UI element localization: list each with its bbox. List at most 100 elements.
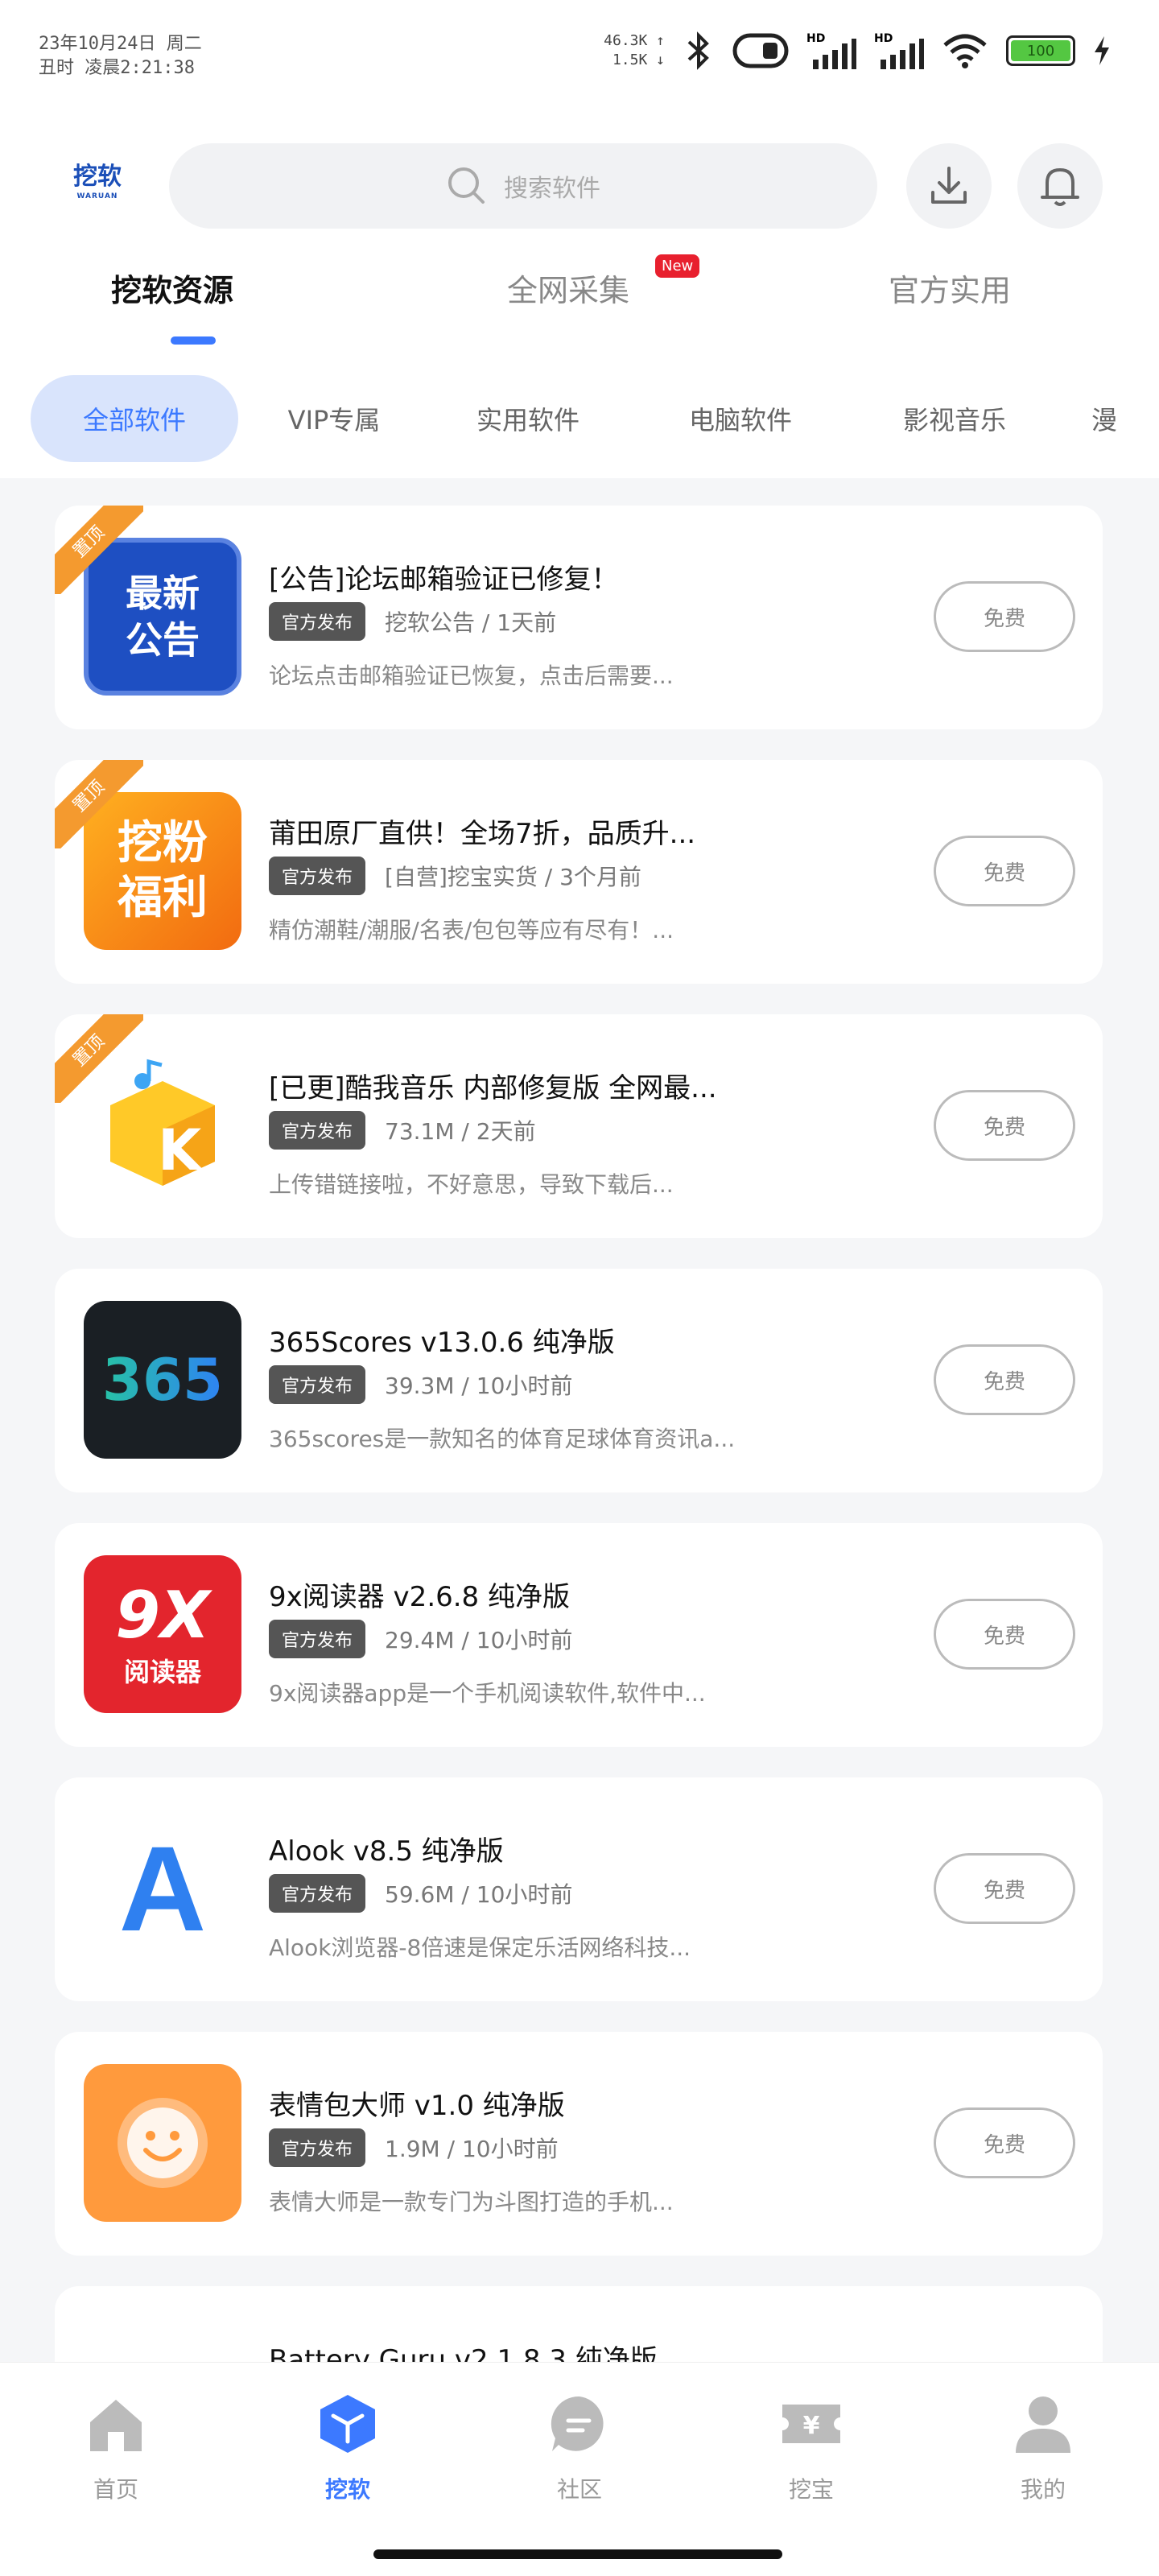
app-title: Battery Guru v2.1.8.3 纯净版 [269, 2344, 658, 2362]
category-media[interactable]: 影视音乐 [874, 375, 1035, 462]
app-meta: 官方发布 挖软公告 / 1天前 [269, 602, 556, 641]
app-meta: 官方发布 29.4M / 10小时前 [269, 1620, 572, 1658]
nav-profile[interactable]: 我的 [987, 2392, 1099, 2504]
app-meta-text: 73.1M / 2天前 [385, 1118, 536, 1145]
app-card[interactable]: Battery Guru v2.1.8.3 纯净版 [55, 2286, 1103, 2362]
free-button[interactable]: 免费 [934, 1599, 1075, 1670]
ticket-icon: ¥ [782, 2405, 840, 2443]
home-indicator[interactable] [373, 2549, 782, 2559]
signal-icon: HD [806, 32, 856, 69]
svg-text:HD: HD [806, 32, 825, 45]
app-card[interactable]: A Alook v8.5 纯净版 官方发布 59.6M / 10小时前 Aloo… [55, 1777, 1103, 2001]
tab-waruan-resources[interactable]: 挖软资源 [111, 266, 233, 345]
official-badge: 官方发布 [269, 1620, 366, 1658]
app-title: 365Scores v13.0.6 纯净版 [269, 1327, 615, 1359]
official-badge: 官方发布 [269, 2128, 366, 2167]
app-meta-text: 59.6M / 10小时前 [385, 1881, 573, 1908]
app-meta-text: [自营]挖宝实货 / 3个月前 [385, 864, 641, 890]
app-card[interactable]: 9X 阅读器 9x阅读器 v2.6.8 纯净版 官方发布 29.4M / 10小… [55, 1523, 1103, 1747]
search-placeholder: 搜索软件 [504, 175, 600, 203]
category-row: 全部软件 VIP专属 实用软件 电脑软件 影视音乐 漫 [0, 375, 1159, 464]
wifi-icon [943, 34, 987, 68]
nav-home[interactable]: 首页 [60, 2392, 172, 2504]
app-description: Alook浏览器-8倍速是保定乐活网络科技... [269, 1934, 691, 1961]
pinned-ribbon: 置顶 [55, 1014, 143, 1103]
app-card[interactable]: 最新公告 置顶 [公告]论坛邮箱验证已修复！ 官方发布 挖软公告 / 1天前 论… [55, 506, 1103, 729]
tab-web-collect[interactable]: 全网采集 New [507, 254, 700, 310]
category-utility[interactable]: 实用软件 [448, 375, 608, 462]
nav-community[interactable]: 社区 [523, 2392, 636, 2504]
app-description: 精仿潮鞋/潮服/名表/包包等应有尽有！... [269, 917, 674, 943]
download-button[interactable] [906, 143, 992, 229]
net-speed: 46.3K ↑ 1.5K ↓ [604, 32, 665, 68]
notification-button[interactable] [1017, 143, 1103, 229]
user-icon [1016, 2396, 1070, 2453]
app-meta: 官方发布 39.3M / 10小时前 [269, 1365, 572, 1404]
app-description: 论坛点击邮箱验证已恢复，点击后需要... [269, 663, 674, 689]
app-title: [已更]酷我音乐 内部修复版 全网最... [269, 1072, 717, 1104]
cube-icon [320, 2395, 375, 2453]
active-tab-indicator [171, 336, 216, 345]
free-button[interactable]: 免费 [934, 1853, 1075, 1924]
app-meta: 官方发布 [自营]挖宝实货 / 3个月前 [269, 857, 641, 895]
home-icon [90, 2400, 142, 2451]
category-comic[interactable]: 漫 [1091, 375, 1156, 462]
battery-icon: 100 [1006, 35, 1075, 66]
chat-icon [551, 2396, 604, 2451]
tab-official-useful[interactable]: 官方实用 [889, 266, 1011, 310]
app-card[interactable]: K 置顶 [已更]酷我音乐 内部修复版 全网最... 官方发布 73.1M / … [55, 1014, 1103, 1238]
365scores-icon: 365 [84, 1301, 241, 1459]
official-badge: 官方发布 [269, 857, 366, 895]
search-input[interactable]: 搜索软件 [169, 143, 877, 229]
app-description: 上传错链接啦，不好意思，导致下载后... [269, 1171, 674, 1198]
alook-icon: A [84, 1810, 241, 1967]
official-badge: 官方发布 [269, 602, 366, 641]
search-icon [448, 167, 485, 204]
app-title: 9x阅读器 v2.6.8 纯净版 [269, 1581, 570, 1613]
svg-text:¥: ¥ [803, 2412, 820, 2440]
main-tabs: 挖软资源 全网采集 New 官方实用 [0, 254, 1159, 354]
pinned-ribbon: 置顶 [55, 760, 143, 848]
category-vip[interactable]: VIP专属 [258, 375, 410, 462]
official-badge: 官方发布 [269, 1874, 366, 1913]
app-title: 莆田原厂直供！全场7折，品质升... [269, 818, 696, 850]
app-meta-text: 29.4M / 10小时前 [385, 1627, 573, 1653]
bottom-nav: 首页 挖软 社区 ¥ 挖宝 我的 [0, 2362, 1159, 2576]
free-button[interactable]: 免费 [934, 581, 1075, 652]
app-card[interactable]: 挖粉福利 置顶 莆田原厂直供！全场7折，品质升... 官方发布 [自营]挖宝实货… [55, 760, 1103, 984]
app-meta: 官方发布 73.1M / 2天前 [269, 1111, 536, 1150]
status-time: 丑时 凌晨2:21:38 [39, 58, 195, 78]
free-button[interactable]: 免费 [934, 2107, 1075, 2178]
app-title: [公告]论坛邮箱验证已修复！ [269, 564, 619, 596]
status-indicators: 46.3K ↑ 1.5K ↓ HD HD 100 [604, 31, 1111, 71]
free-button[interactable]: 免费 [934, 1090, 1075, 1161]
bluetooth-icon [687, 31, 709, 70]
official-badge: 官方发布 [269, 1365, 366, 1404]
nav-treasure[interactable]: ¥ 挖宝 [755, 2392, 868, 2504]
category-pc[interactable]: 电脑软件 [660, 375, 821, 462]
free-button[interactable]: 免费 [934, 1344, 1075, 1415]
app-meta-text: 挖软公告 / 1天前 [385, 609, 557, 636]
app-card[interactable]: 365 365Scores v13.0.6 纯净版 官方发布 39.3M / 1… [55, 1269, 1103, 1492]
new-badge: New [655, 254, 700, 278]
status-date: 23年10月24日 周二 [39, 34, 202, 54]
category-all[interactable]: 全部软件 [31, 375, 238, 462]
charging-icon [1095, 36, 1109, 65]
free-button[interactable]: 免费 [934, 836, 1075, 906]
app-logo: 挖软 WARUAN [73, 163, 122, 200]
app-header: 挖软 WARUAN 搜索软件 [0, 143, 1159, 232]
app-meta: 官方发布 1.9M / 10小时前 [269, 2128, 559, 2167]
app-meta-text: 1.9M / 10小时前 [385, 2136, 559, 2162]
app-card[interactable]: 表情包大师 v1.0 纯净版 官方发布 1.9M / 10小时前 表情大师是一款… [55, 2032, 1103, 2256]
pinned-ribbon: 置顶 [55, 506, 143, 594]
bell-icon [1041, 168, 1079, 206]
app-description: 9x阅读器app是一个手机阅读软件,软件中... [269, 1680, 706, 1707]
app-title: 表情包大师 v1.0 纯净版 [269, 2090, 565, 2122]
app-description: 365scores是一款知名的体育足球体育资讯a... [269, 1426, 736, 1452]
app-meta-text: 39.3M / 10小时前 [385, 1373, 573, 1399]
official-badge: 官方发布 [269, 1111, 366, 1150]
status-clock: 23年10月24日 周二 丑时 凌晨2:21:38 [39, 32, 202, 80]
app-title: Alook v8.5 纯净版 [269, 1835, 504, 1868]
app-meta: 官方发布 59.6M / 10小时前 [269, 1874, 572, 1913]
nav-waruan[interactable]: 挖软 [291, 2392, 404, 2504]
